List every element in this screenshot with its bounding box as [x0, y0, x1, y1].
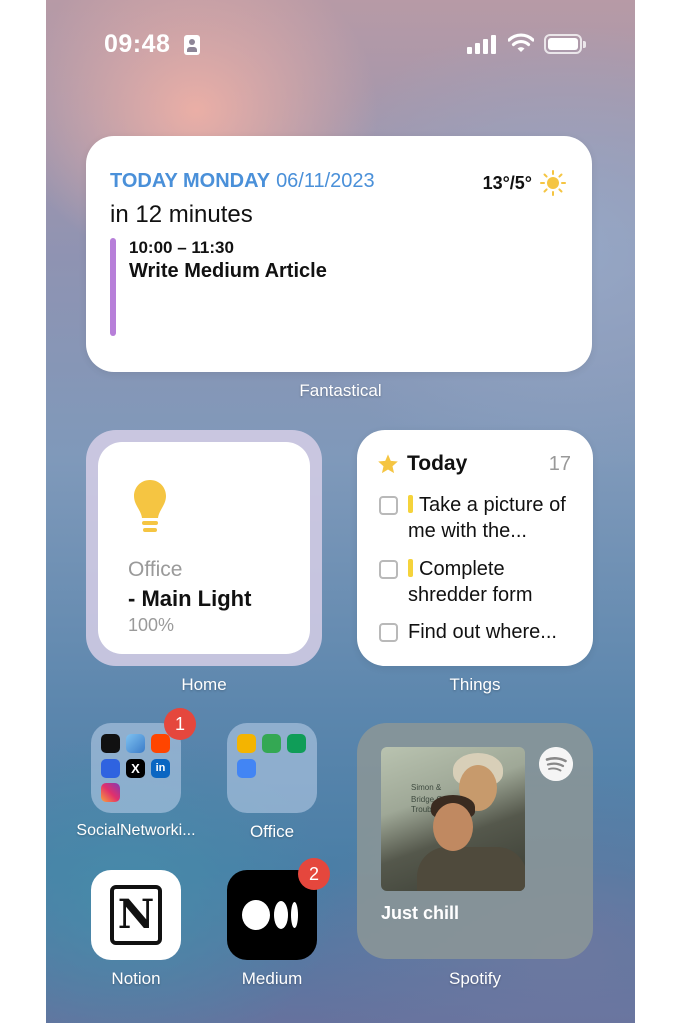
things-widget-label: Things	[449, 675, 501, 694]
home-widget-label: Home	[181, 675, 227, 694]
playlist-title: Just chill	[381, 903, 460, 923]
folder-label: Office	[249, 822, 295, 841]
things-list-title: Today	[407, 452, 468, 475]
home-screen: 09:48 TODAY MONDAY 06/11/2023 13°/5° in …	[46, 0, 635, 1023]
reddit-app-icon	[151, 734, 170, 753]
temperature-range: 13°/5°	[482, 172, 532, 193]
folder-label: SocialNetworki...	[76, 822, 196, 839]
album-text-line: Simon &	[411, 783, 442, 792]
event-color-bar	[110, 238, 116, 336]
date-label: 06/11/2023	[276, 170, 375, 192]
google-slides-icon	[237, 734, 256, 753]
event-countdown: in 12 minutes	[110, 201, 253, 228]
notion-logo: N	[110, 885, 162, 945]
todo-text: Take a picture of me with the...	[408, 494, 566, 542]
deadline-tag	[408, 559, 413, 577]
spotify-logo-icon	[539, 747, 573, 781]
things-header: Today	[377, 452, 467, 476]
todo-item[interactable]: Find out where...	[379, 619, 579, 645]
room-name: Office	[128, 558, 183, 581]
wifi-icon	[508, 33, 534, 52]
lightbulb-icon	[134, 480, 166, 532]
sun-icon	[540, 170, 566, 196]
brightness-level: 100%	[128, 615, 175, 635]
spotify-widget[interactable]: Simon & Bridge Over Troubled Water Just …	[357, 723, 593, 959]
checkbox[interactable]	[379, 560, 398, 579]
checkbox[interactable]	[379, 496, 398, 515]
fantastical-widget-label: Fantastical	[299, 381, 382, 400]
deadline-tag	[408, 495, 413, 513]
x-app-icon: X	[126, 759, 145, 778]
event-time: 10:00 – 11:30	[129, 238, 234, 257]
cellular-signal-icon	[467, 34, 497, 54]
clock: 09:48	[104, 30, 171, 58]
star-icon	[378, 454, 398, 474]
app-label: Notion	[111, 969, 161, 988]
today-label: TODAY MONDAY	[110, 170, 271, 192]
status-bar: 09:48	[46, 0, 635, 90]
contact-card-icon	[184, 35, 200, 55]
notification-badge: 2	[298, 858, 330, 890]
calendar-date-header: TODAY MONDAY 06/11/2023	[110, 170, 375, 193]
task-count: 17	[548, 453, 571, 475]
todo-item[interactable]: Complete shredder form	[379, 556, 579, 608]
numbers-app-icon	[262, 734, 281, 753]
google-sheets-icon	[287, 734, 306, 753]
album-art: Simon & Bridge Over Troubled Water	[381, 747, 525, 891]
todo-item[interactable]: Take a picture of me with the...	[379, 492, 579, 544]
spotify-widget-label: Spotify	[449, 969, 501, 988]
event-title: Write Medium Article	[129, 260, 327, 282]
notification-badge: 1	[164, 708, 196, 740]
office-folder[interactable]	[227, 723, 317, 813]
checkbox[interactable]	[379, 623, 398, 642]
app-icon	[101, 759, 120, 778]
home-widget[interactable]: Office - Main Light 100%	[86, 430, 322, 666]
todo-text: Find out where...	[408, 621, 557, 643]
notion-app-icon[interactable]: N	[91, 870, 181, 960]
fantastical-widget[interactable]: TODAY MONDAY 06/11/2023 13°/5° in 12 minu…	[86, 136, 592, 372]
social-networking-folder[interactable]: X in	[91, 723, 181, 813]
home-accessory-tile[interactable]: Office - Main Light 100%	[98, 442, 310, 654]
todo-text: Complete shredder form	[408, 558, 533, 606]
weather-app-icon	[126, 734, 145, 753]
google-docs-icon	[237, 759, 256, 778]
instagram-app-icon	[101, 783, 120, 802]
linkedin-app-icon: in	[151, 759, 170, 778]
things-widget[interactable]: Today 17 Take a picture of me with the..…	[357, 430, 593, 666]
app-label: Medium	[241, 969, 303, 988]
weather-summary: 13°/5°	[483, 170, 566, 196]
threads-app-icon	[101, 734, 120, 753]
accessory-name: - Main Light	[128, 586, 252, 611]
battery-icon	[544, 34, 586, 54]
